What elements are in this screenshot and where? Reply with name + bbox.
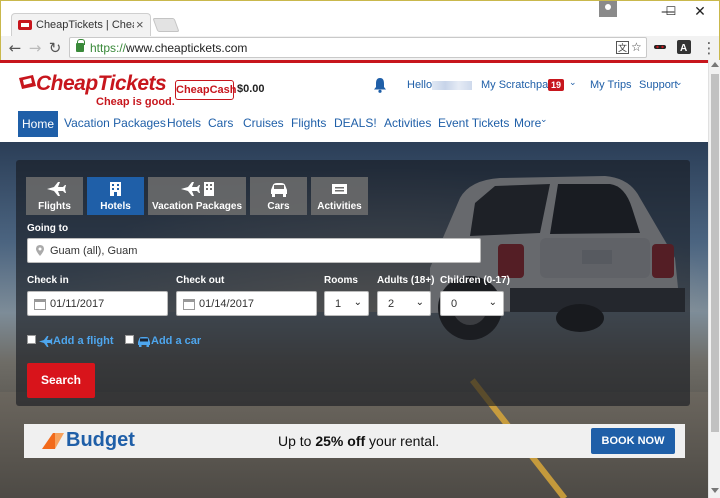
budget-logo-text: Budget bbox=[66, 429, 135, 451]
scroll-down-arrow-icon[interactable] bbox=[711, 488, 719, 493]
mask-extension-icon[interactable] bbox=[653, 40, 667, 54]
nav-activities[interactable]: Activities bbox=[384, 116, 431, 130]
going-to-label: Going to bbox=[27, 223, 69, 234]
scroll-up-arrow-icon[interactable] bbox=[711, 62, 719, 67]
search-panel: Flights Hotels Vacation Packages Cars Ac… bbox=[16, 160, 690, 406]
logo-tagline: Cheap is good. bbox=[96, 96, 175, 108]
logo-wordmark: CheapTickets bbox=[36, 72, 167, 95]
tab-cars[interactable]: Cars bbox=[250, 177, 307, 215]
nav-more[interactable]: More bbox=[514, 116, 541, 130]
ticket-icon bbox=[332, 184, 347, 194]
book-now-button[interactable]: BOOK NOW bbox=[591, 428, 675, 454]
budget-logo-mark-icon bbox=[42, 433, 64, 449]
plane-and-building-icon bbox=[181, 182, 214, 196]
going-to-input[interactable]: Guam (all), Guam bbox=[27, 238, 481, 263]
bookmark-star-icon[interactable]: ☆ bbox=[631, 40, 642, 54]
svg-text:文: 文 bbox=[618, 42, 627, 54]
nav-more-chevron-down-icon[interactable]: ⌄ bbox=[540, 115, 548, 125]
redacted-username bbox=[432, 81, 472, 90]
calendar-icon bbox=[34, 299, 46, 310]
nav-vacation-packages[interactable]: Vacation Packages bbox=[64, 116, 166, 130]
hotel-building-icon bbox=[110, 182, 121, 196]
logo-ticket-icon bbox=[19, 75, 36, 89]
cheapcash-badge[interactable]: CheapCash bbox=[175, 80, 237, 100]
my-trips-link[interactable]: My Trips bbox=[590, 79, 632, 91]
cheaptickets-favicon-icon bbox=[18, 20, 32, 30]
tab-hotels[interactable]: Hotels bbox=[87, 177, 144, 215]
nav-flights[interactable]: Flights bbox=[291, 116, 326, 130]
add-car-link[interactable]: Add a car bbox=[151, 335, 201, 347]
nav-event-tickets[interactable]: Event Tickets bbox=[438, 116, 509, 130]
support-chevron-down-icon[interactable]: ⌄ bbox=[675, 78, 683, 88]
browser-titlebar: CheapTickets | Cheap H × — ✕ bbox=[0, 0, 720, 37]
adults-select[interactable]: 2 ⌄ bbox=[377, 291, 431, 316]
forward-button[interactable]: → bbox=[25, 38, 45, 58]
nav-cars[interactable]: Cars bbox=[208, 116, 233, 130]
new-tab-button[interactable] bbox=[152, 18, 180, 32]
nav-hotels[interactable]: Hotels bbox=[167, 116, 201, 130]
checkout-input[interactable]: 01/14/2017 bbox=[176, 291, 317, 316]
calendar-icon bbox=[183, 299, 195, 310]
browser-tab[interactable]: CheapTickets | Cheap H × bbox=[11, 13, 151, 37]
back-button[interactable]: ← bbox=[5, 38, 25, 58]
tab-close-icon[interactable]: × bbox=[136, 17, 144, 32]
checkin-input[interactable]: 01/11/2017 bbox=[27, 291, 168, 316]
nav-cruises[interactable]: Cruises bbox=[243, 116, 284, 130]
add-flight-plane-icon bbox=[39, 336, 53, 347]
location-pin-icon bbox=[36, 245, 44, 256]
scroll-thumb[interactable] bbox=[711, 74, 719, 432]
hero-banner: Flights Hotels Vacation Packages Cars Ac… bbox=[0, 142, 708, 498]
translate-icon[interactable]: 文 bbox=[616, 41, 629, 54]
car-icon bbox=[271, 183, 287, 197]
cheapcash-amount: $0.00 bbox=[237, 83, 265, 95]
ad-text: Up to 25% off your rental. bbox=[278, 433, 440, 449]
support-link[interactable]: Support bbox=[639, 79, 678, 91]
notification-bell-icon[interactable] bbox=[373, 77, 387, 93]
tab-vacation-packages[interactable]: Vacation Packages bbox=[148, 177, 246, 215]
address-bar[interactable]: https://www.cheaptickets.com 文 ☆ bbox=[69, 37, 647, 58]
children-chevron-down-icon: ⌄ bbox=[488, 297, 497, 308]
url-text: https://www.cheaptickets.com bbox=[90, 41, 248, 55]
search-button[interactable]: Search bbox=[27, 363, 95, 398]
budget-ad-banner[interactable]: Budget Up to 25% off your rental. BOOK N… bbox=[24, 424, 685, 458]
svg-text:A: A bbox=[680, 43, 687, 54]
add-flight-link[interactable]: Add a flight bbox=[53, 335, 114, 347]
nav-deals[interactable]: DEALS! bbox=[334, 116, 377, 130]
adults-chevron-down-icon: ⌄ bbox=[415, 297, 424, 308]
tab-flights[interactable]: Flights bbox=[26, 177, 83, 215]
rooms-chevron-down-icon: ⌄ bbox=[353, 297, 362, 308]
rooms-label: Rooms bbox=[324, 275, 358, 286]
scratchpad-chevron-down-icon[interactable]: ⌄ bbox=[569, 78, 577, 88]
rooms-select[interactable]: 1 ⌄ bbox=[324, 291, 369, 316]
address-toolbar: ← → ↻ https://www.cheaptickets.com 文 ☆ A… bbox=[0, 36, 720, 60]
maximize-icon: ☐ bbox=[665, 4, 677, 18]
web-page: CheapTickets Cheap is good. CheapCash $0… bbox=[0, 60, 708, 498]
nav-home[interactable]: Home bbox=[18, 111, 58, 137]
page-scrollbar[interactable] bbox=[708, 60, 720, 498]
children-label: Children (0-17) bbox=[440, 275, 511, 286]
a-extension-icon[interactable]: A bbox=[677, 40, 691, 54]
top-red-stripe bbox=[0, 60, 708, 63]
tab-activities[interactable]: Activities bbox=[311, 177, 368, 215]
add-car-icon bbox=[138, 337, 150, 347]
profile-icon[interactable] bbox=[599, 1, 617, 17]
main-navigation: Home Vacation Packages Hotels Cars Cruis… bbox=[0, 111, 708, 137]
children-select[interactable]: 0 ⌄ bbox=[440, 291, 504, 316]
cheaptickets-logo[interactable]: CheapTickets Cheap is good. bbox=[18, 72, 175, 110]
add-flight-checkbox[interactable] bbox=[27, 335, 36, 344]
scratchpad-count-badge: 19 bbox=[548, 79, 564, 91]
adults-label: Adults (18+) bbox=[377, 275, 435, 286]
plane-icon bbox=[47, 182, 66, 196]
browser-menu-icon[interactable]: ⋮ bbox=[699, 38, 719, 58]
scratchpad-link[interactable]: My Scratchpad bbox=[481, 79, 554, 91]
close-window-button[interactable]: ✕ bbox=[685, 1, 715, 23]
reload-button[interactable]: ↻ bbox=[45, 38, 65, 58]
secure-lock-icon bbox=[76, 39, 85, 52]
checkout-label: Check out bbox=[176, 275, 225, 286]
add-car-checkbox[interactable] bbox=[125, 335, 134, 344]
checkin-label: Check in bbox=[27, 275, 69, 286]
hello-user-link[interactable]: Hello bbox=[407, 79, 432, 91]
tab-title: CheapTickets | Cheap H bbox=[36, 19, 134, 31]
